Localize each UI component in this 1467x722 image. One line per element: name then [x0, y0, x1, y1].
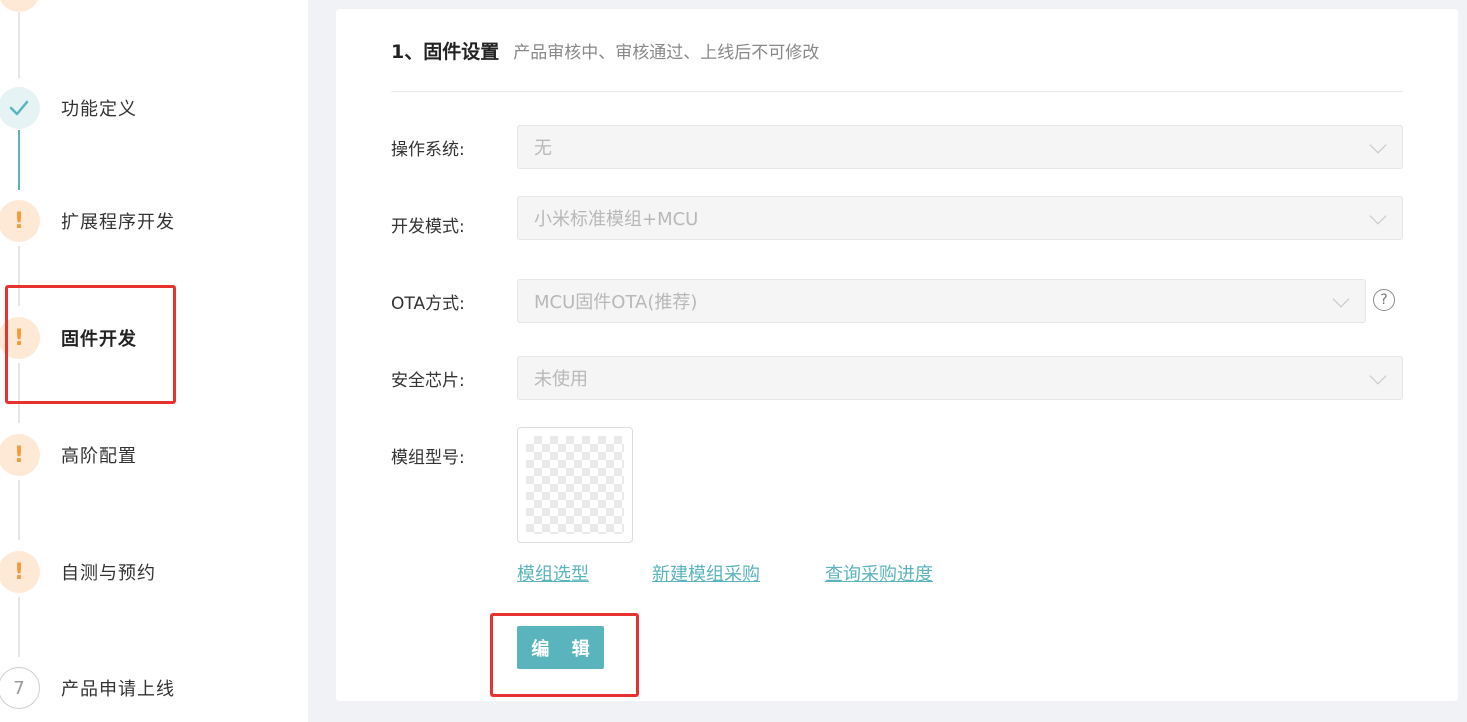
warning-icon: !: [0, 200, 40, 242]
ota-select[interactable]: MCU固件OTA(推荐): [517, 279, 1366, 323]
highlight-box: [5, 285, 176, 404]
module-image-placeholder: [517, 427, 633, 543]
select-module-link[interactable]: 模组选型: [517, 560, 589, 586]
section-header: 1、固件设置 产品审核中、审核通过、上线后不可修改: [391, 37, 819, 64]
warning-icon: !: [0, 551, 40, 593]
divider: [391, 91, 1403, 92]
chevron-down-icon: [1369, 207, 1387, 225]
step-number: 7: [0, 667, 40, 709]
security-chip-select[interactable]: 未使用: [517, 356, 1403, 400]
chevron-down-icon: [1369, 136, 1387, 154]
warning-icon: !: [0, 434, 40, 476]
step-connector: [18, 597, 20, 657]
chevron-down-icon: [1369, 367, 1387, 385]
ota-value: MCU固件OTA(推荐): [534, 292, 698, 313]
os-select[interactable]: 无: [517, 125, 1403, 169]
query-progress-link[interactable]: 查询采购进度: [825, 560, 933, 586]
dev-mode-value: 小米标准模组+MCU: [534, 209, 699, 230]
section-subtitle: 产品审核中、审核通过、上线后不可修改: [513, 43, 820, 63]
firmware-settings-card: 1、固件设置 产品审核中、审核通过、上线后不可修改 操作系统: 无 开发模式: …: [336, 9, 1458, 701]
step-sidebar: 功能定义 ! 扩展程序开发 ! 固件开发 ! 高阶配置 ! 自测与预约 7 产品…: [0, 0, 308, 722]
step-label: 自测与预约: [61, 563, 156, 584]
check-icon: [0, 87, 40, 129]
step-apply-launch[interactable]: 7 产品申请上线: [0, 658, 308, 718]
step-self-test[interactable]: ! 自测与预约: [0, 542, 308, 602]
step-connector-done: [18, 130, 20, 190]
ota-label: OTA方式:: [391, 294, 465, 314]
step-advanced-config[interactable]: ! 高阶配置: [0, 425, 308, 485]
dev-mode-label: 开发模式:: [391, 217, 465, 237]
step-label: 高阶配置: [61, 446, 137, 467]
new-purchase-link[interactable]: 新建模组采购: [652, 560, 760, 586]
os-label: 操作系统:: [391, 140, 465, 160]
previous-step-circle: [0, 0, 40, 12]
step-label: 扩展程序开发: [61, 212, 175, 233]
step-label: 功能定义: [61, 99, 137, 120]
step-connector: [18, 12, 20, 78]
transparent-image-icon: [526, 436, 624, 534]
help-icon[interactable]: ?: [1373, 289, 1395, 311]
security-chip-value: 未使用: [534, 369, 588, 390]
module-model-label: 模组型号:: [391, 448, 465, 468]
step-connector: [18, 480, 20, 540]
os-value: 无: [534, 138, 552, 159]
highlight-box: [490, 613, 639, 697]
dev-mode-select[interactable]: 小米标准模组+MCU: [517, 196, 1403, 240]
security-chip-label: 安全芯片:: [391, 371, 465, 391]
step-function-definition[interactable]: 功能定义: [0, 78, 308, 138]
step-extension-dev[interactable]: ! 扩展程序开发: [0, 191, 308, 251]
section-title: 1、固件设置: [391, 41, 500, 63]
chevron-down-icon: [1332, 290, 1350, 308]
step-label: 产品申请上线: [61, 679, 175, 700]
